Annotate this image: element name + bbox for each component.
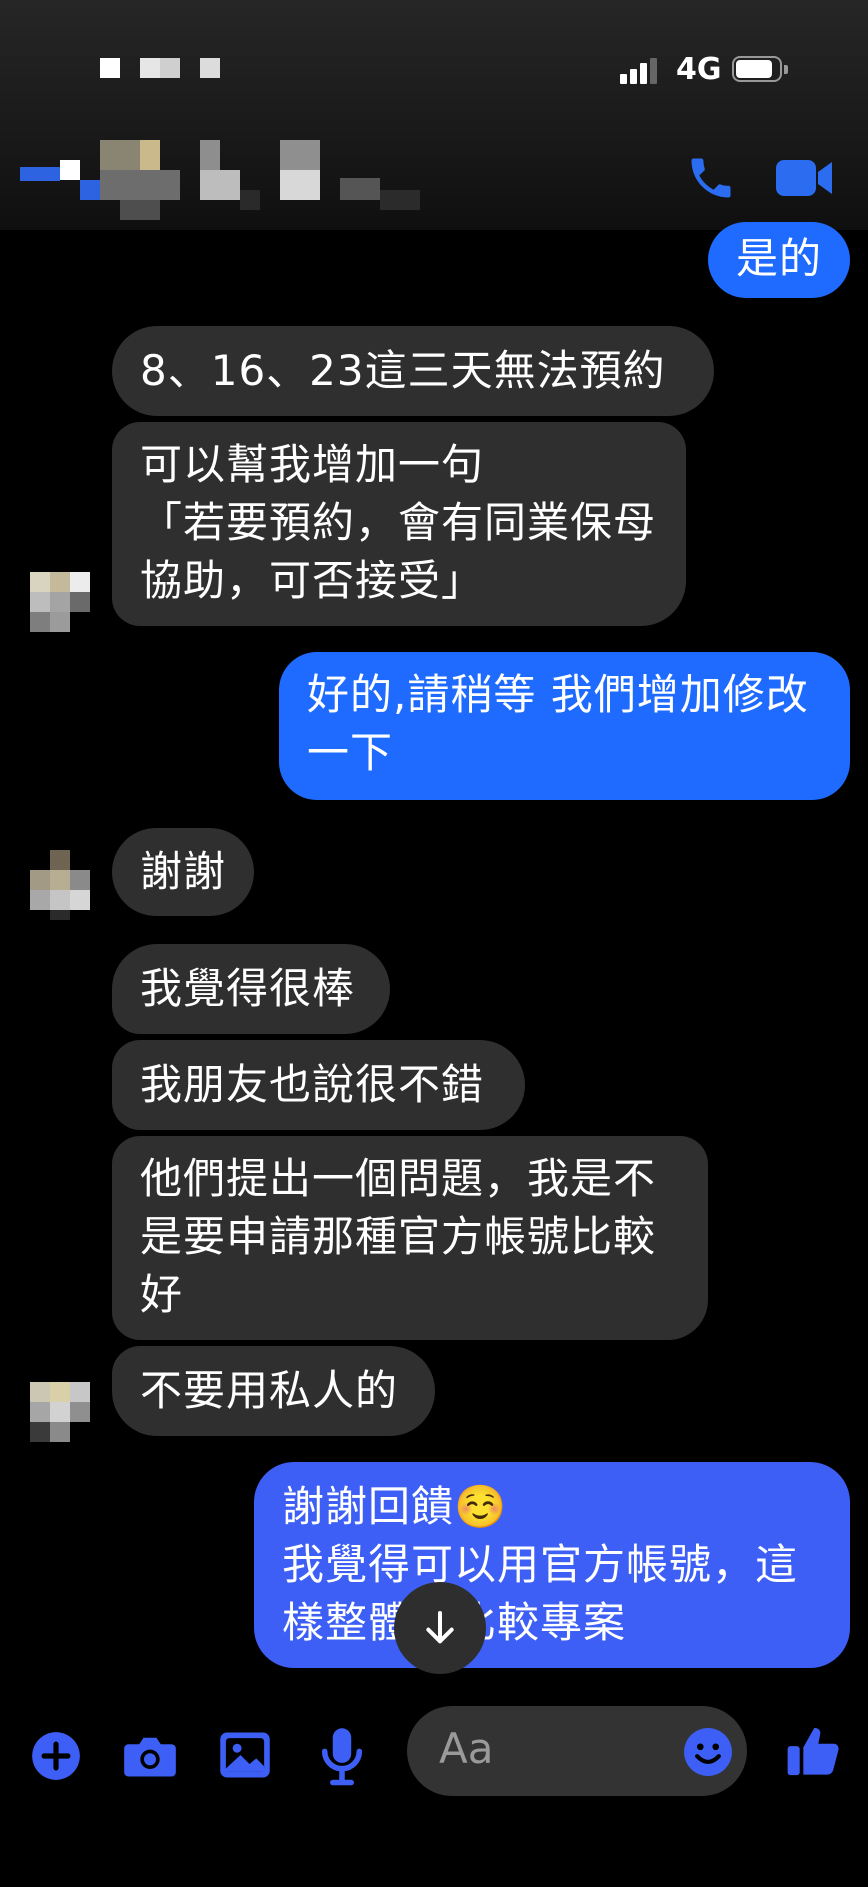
- arrow-down-icon: [426, 1611, 454, 1644]
- message-bubble-outgoing: 是的: [708, 222, 850, 298]
- emoji-icon[interactable]: [683, 1727, 733, 1781]
- scroll-to-bottom-button[interactable]: [394, 1582, 486, 1674]
- message-bubble-incoming: 我朋友也說很不錯: [112, 1040, 525, 1130]
- camera-icon[interactable]: [122, 1728, 178, 1786]
- contact-avatar[interactable]: [30, 1382, 90, 1442]
- message-bubble-outgoing: 好的,請稍等 我們增加修改 一下: [279, 652, 850, 800]
- phone-icon[interactable]: [685, 152, 737, 208]
- status-bar: 4G: [0, 0, 868, 130]
- contact-avatar[interactable]: [30, 850, 90, 920]
- message-input-placeholder: Aa: [439, 1724, 494, 1773]
- back-arrow-icon[interactable]: [20, 160, 100, 200]
- message-bubble-incoming: 8、16、23這三天無法預約: [112, 326, 714, 416]
- contact-avatar[interactable]: [30, 572, 90, 632]
- conversation-header: [0, 130, 868, 230]
- message-bubble-incoming: 他們提出一個問題，我是不 是要申請那種官方帳號比較 好: [112, 1136, 708, 1340]
- video-camera-icon[interactable]: [774, 152, 834, 208]
- microphone-icon[interactable]: [318, 1726, 366, 1790]
- plus-icon[interactable]: [30, 1730, 82, 1786]
- message-bubble-outgoing: 謝謝回饋☺️ 我覺得可以用官方帳號，這 樣整體會比較專案: [254, 1462, 850, 1668]
- message-bubble-incoming: 我覺得很棒: [112, 944, 390, 1034]
- thumbs-up-icon[interactable]: [784, 1722, 842, 1784]
- network-label: 4G: [676, 52, 722, 87]
- message-bubble-incoming: 謝謝: [112, 828, 254, 916]
- image-icon[interactable]: [218, 1728, 272, 1786]
- message-bubble-incoming: 不要用私人的: [112, 1346, 435, 1436]
- message-bubble-incoming: 可以幫我增加一句 「若要預約，會有同業保母 協助，可否接受」: [112, 422, 686, 626]
